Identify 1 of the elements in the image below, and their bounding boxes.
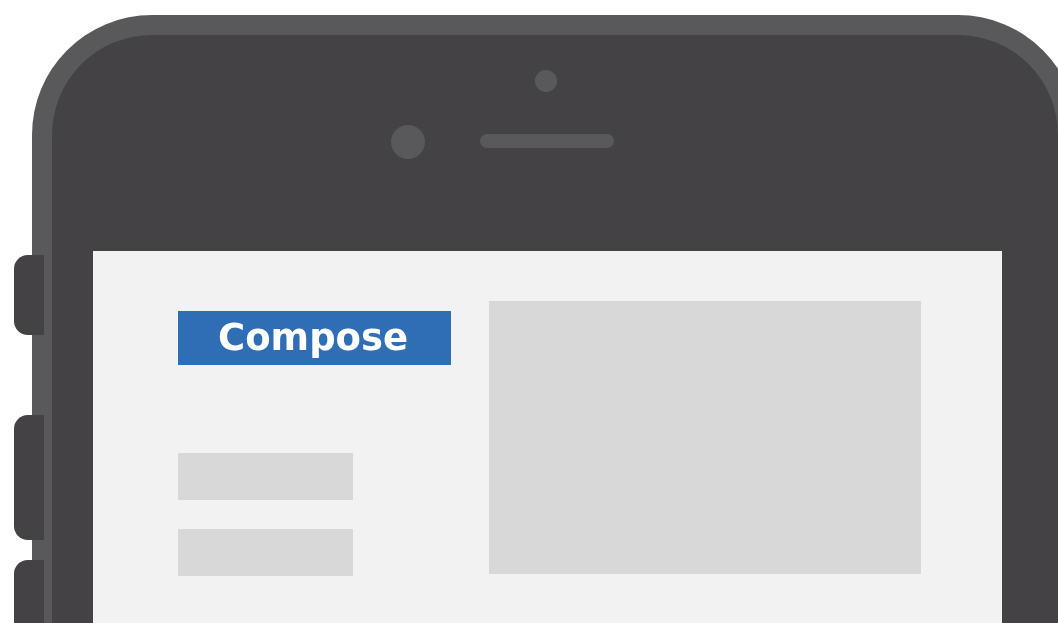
compose-button[interactable]: Compose <box>178 311 451 365</box>
